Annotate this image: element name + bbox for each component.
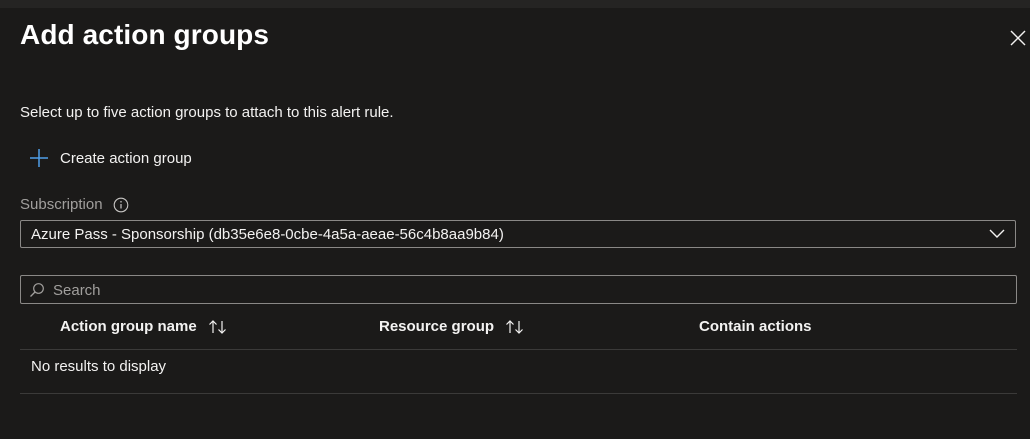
search-icon (30, 283, 44, 297)
empty-table-message: No results to display (31, 358, 167, 375)
panel-description: Select up to five action groups to attac… (20, 104, 394, 121)
subscription-label-text: Subscription (20, 196, 103, 213)
top-bar (0, 0, 1030, 8)
search-input[interactable] (51, 279, 1005, 301)
table-bottom-divider (20, 393, 1017, 394)
search-box[interactable] (20, 275, 1017, 304)
column-header-label: Resource group (379, 318, 495, 335)
subscription-selected-value: Azure Pass - Sponsorship (db35e6e8-0cbe-… (31, 226, 504, 243)
panel-title: Add action groups (20, 19, 270, 50)
sort-icon (506, 319, 523, 334)
add-action-groups-panel: Add action groups Select up to five acti… (0, 8, 1030, 439)
info-icon[interactable] (113, 197, 129, 213)
table-header-divider (20, 349, 1017, 350)
column-header-contain-actions: Contain actions (699, 318, 812, 335)
column-header-label: Action group name (60, 318, 197, 335)
sort-icon (208, 319, 226, 334)
column-header-label: Contain actions (699, 318, 812, 335)
subscription-dropdown[interactable]: Azure Pass - Sponsorship (db35e6e8-0cbe-… (20, 220, 1016, 248)
create-action-group-label: Create action group (60, 149, 192, 167)
column-header-resource-group[interactable]: Resource group (379, 318, 526, 335)
create-action-group-button[interactable]: Create action group (29, 146, 192, 170)
subscription-label: Subscription (20, 196, 129, 213)
plus-icon (30, 149, 48, 167)
close-button[interactable] (1008, 28, 1028, 48)
close-icon (1010, 30, 1026, 46)
column-header-action-group-name[interactable]: Action group name (60, 318, 229, 335)
chevron-down-icon (989, 229, 1005, 238)
